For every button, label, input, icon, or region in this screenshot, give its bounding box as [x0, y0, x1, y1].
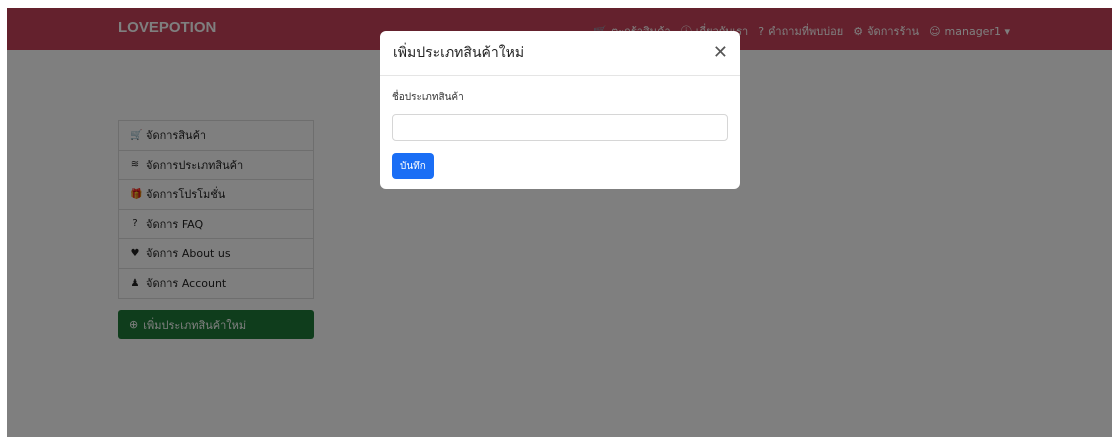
modal-header: เพิ่มประเภทสินค้าใหม่ ✕: [380, 31, 740, 76]
modal-body: ชื่อประเภทสินค้า บันทึก: [380, 76, 740, 179]
add-category-modal: เพิ่มประเภทสินค้าใหม่ ✕ ชื่อประเภทสินค้า…: [380, 31, 740, 189]
category-name-input[interactable]: [392, 114, 728, 141]
category-name-label: ชื่อประเภทสินค้า: [392, 92, 464, 103]
save-button[interactable]: บันทึก: [392, 153, 434, 179]
close-icon[interactable]: ✕: [713, 44, 728, 62]
modal-title: เพิ่มประเภทสินค้าใหม่: [393, 45, 525, 61]
app-viewport: LOVEPOTION 🛒 ตะกร้าสินค้า ⓘ เกี่ยวกับเรา…: [7, 8, 1112, 437]
